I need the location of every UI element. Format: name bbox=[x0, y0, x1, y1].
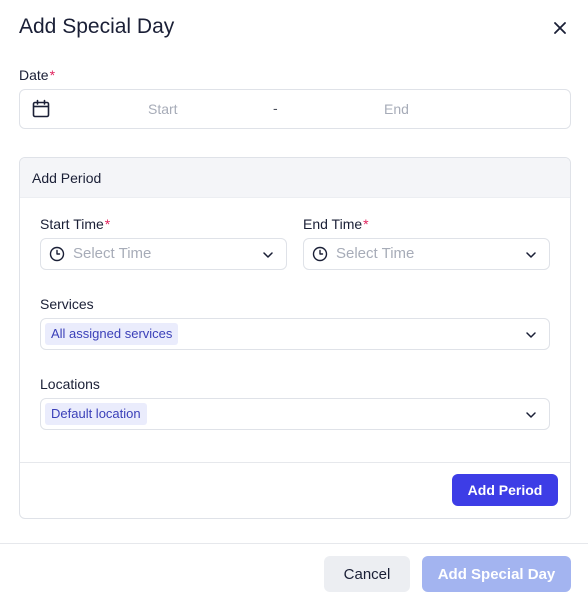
end-time-select[interactable]: Select Time bbox=[303, 238, 550, 270]
dialog-title: Add Special Day bbox=[19, 15, 175, 38]
clock-icon bbox=[49, 246, 65, 262]
locations-select[interactable]: Default location bbox=[40, 398, 550, 430]
required-mark: * bbox=[49, 67, 56, 83]
date-start-input[interactable]: Start bbox=[148, 101, 178, 117]
end-time-label-text: End Time bbox=[303, 216, 363, 232]
add-special-day-button[interactable]: Add Special Day bbox=[422, 556, 571, 592]
period-card-header: Add Period bbox=[20, 158, 570, 198]
period-card-divider bbox=[20, 462, 570, 463]
close-icon bbox=[554, 22, 566, 34]
start-time-label: Start Time* bbox=[40, 216, 110, 232]
chevron-down-icon bbox=[526, 252, 536, 258]
clock-icon bbox=[312, 246, 328, 262]
start-time-placeholder: Select Time bbox=[73, 245, 152, 262]
chevron-down-icon bbox=[526, 412, 536, 418]
footer-divider bbox=[0, 543, 588, 544]
required-mark: * bbox=[104, 216, 111, 232]
chevron-down-icon bbox=[526, 332, 536, 338]
period-card-title: Add Period bbox=[32, 170, 102, 186]
date-range-picker[interactable]: Start - End bbox=[19, 89, 571, 129]
date-label-text: Date bbox=[19, 67, 49, 83]
services-selected-tag: All assigned services bbox=[45, 323, 179, 345]
date-end-input[interactable]: End bbox=[384, 101, 409, 117]
calendar-icon bbox=[32, 99, 50, 118]
locations-label: Locations bbox=[40, 376, 100, 392]
cancel-button[interactable]: Cancel bbox=[324, 556, 410, 592]
date-label: Date* bbox=[19, 66, 55, 84]
chevron-down-icon bbox=[263, 252, 273, 258]
start-time-label-text: Start Time bbox=[40, 216, 104, 232]
close-button[interactable] bbox=[548, 16, 572, 40]
end-time-label: End Time* bbox=[303, 216, 369, 232]
required-mark: * bbox=[363, 216, 369, 232]
add-special-day-dialog: Add Special Day Date* Start - End Add Pe… bbox=[0, 0, 588, 599]
add-period-card: Add Period Start Time* Select Time End T… bbox=[19, 157, 571, 519]
start-time-select[interactable]: Select Time bbox=[40, 238, 287, 270]
date-separator: - bbox=[273, 100, 278, 116]
locations-selected-tag: Default location bbox=[45, 403, 147, 425]
services-select[interactable]: All assigned services bbox=[40, 318, 550, 350]
end-time-placeholder: Select Time bbox=[336, 245, 415, 262]
add-period-button[interactable]: Add Period bbox=[452, 474, 558, 506]
services-label: Services bbox=[40, 296, 94, 312]
